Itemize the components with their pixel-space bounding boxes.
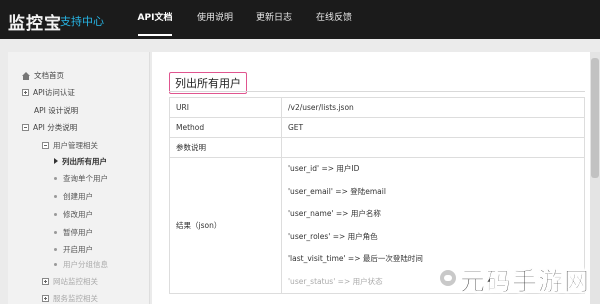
- sidebar-item-label: API 设计说明: [34, 106, 79, 115]
- nav-api-docs[interactable]: API文档: [134, 0, 176, 39]
- sidebar-item-label: 创建用户: [63, 192, 93, 201]
- sidebar-item-website-monitoring[interactable]: 网站监控相关: [42, 276, 98, 287]
- collapse-icon[interactable]: [42, 142, 49, 149]
- sidebar: 文档首页 API访问认证 API 设计说明 API 分类说明 用户管理相关 列出…: [8, 52, 150, 304]
- result-label: 结果（json）: [169, 157, 282, 294]
- table-row: URI /v2/user/lists.json: [169, 97, 585, 118]
- expand-icon[interactable]: [42, 295, 49, 302]
- expand-icon[interactable]: [42, 278, 49, 285]
- result-field-user-roles: 'user_roles' => 用户角色: [288, 231, 378, 241]
- sidebar-item-pause-user[interactable]: 暂停用户: [54, 227, 93, 238]
- uri-value: /v2/user/lists.json: [281, 97, 585, 118]
- sidebar-item-label: 网站监控相关: [53, 277, 98, 286]
- home-icon: [22, 72, 30, 80]
- bullet-icon: [54, 195, 57, 198]
- bullet-icon: [54, 263, 57, 266]
- nav-feedback[interactable]: 在线反馈: [311, 0, 357, 39]
- sidebar-item-create-user[interactable]: 创建用户: [54, 191, 93, 202]
- result-field-user-name: 'user_name' => 用户名称: [288, 209, 381, 218]
- logo-subtitle: 支持中心: [60, 15, 104, 28]
- sidebar-item-edit-user[interactable]: 修改用户: [54, 209, 93, 220]
- nav-changelog[interactable]: 更新日志: [251, 0, 297, 39]
- result-field-user-email: 'user_email' => 登陆email: [288, 186, 386, 196]
- params-label: 参数说明: [169, 137, 282, 158]
- sidebar-item-label: 服务监控相关: [53, 294, 98, 303]
- sidebar-item-label: 暂停用户: [63, 228, 93, 237]
- scrollbar-thumb[interactable]: [591, 58, 599, 178]
- sidebar-item-list-users[interactable]: 列出所有用户: [54, 156, 107, 167]
- table-row: Method GET: [169, 117, 585, 138]
- sidebar-item-label: 用户管理相关: [53, 141, 98, 150]
- params-value: [281, 137, 585, 158]
- title-divider: [169, 91, 585, 92]
- sidebar-item-label: API 分类说明: [33, 123, 78, 132]
- sidebar-item-label: API访问认证: [33, 88, 75, 97]
- sidebar-item-user-management[interactable]: 用户管理相关: [42, 140, 98, 151]
- sidebar-item-label: 开启用户: [63, 245, 93, 254]
- uri-label: URI: [169, 97, 282, 118]
- sidebar-item-label: 修改用户: [63, 210, 93, 219]
- result-field-user-id: 'user_id' => 用户ID: [288, 164, 360, 173]
- sidebar-item-enable-user[interactable]: 开启用户: [54, 244, 93, 255]
- wechat-watermark-icon: [440, 270, 456, 286]
- watermark-text: 元码手游网: [460, 267, 591, 297]
- sidebar-item-home[interactable]: 文档首页: [22, 70, 64, 81]
- bullet-icon: [54, 213, 57, 216]
- method-label: Method: [169, 117, 282, 138]
- bullet-icon: [54, 177, 57, 180]
- logo[interactable]: 监控宝: [8, 9, 62, 34]
- top-navigation-bar: 监控宝 支持中心 API文档 使用说明 更新日志 在线反馈: [0, 0, 600, 39]
- bullet-icon: [54, 248, 57, 251]
- sidebar-item-api-categories[interactable]: API 分类说明: [22, 122, 77, 133]
- sidebar-item-label: 列出所有用户: [62, 157, 107, 166]
- current-page-arrow-icon: [54, 158, 58, 164]
- method-value: GET: [281, 117, 585, 138]
- sidebar-item-user-groups[interactable]: 用户分组信息: [54, 259, 108, 270]
- sidebar-item-label: 查询单个用户: [63, 174, 108, 183]
- sidebar-item-api-design[interactable]: API 设计说明: [34, 105, 78, 116]
- sidebar-item-label: 文档首页: [34, 71, 64, 80]
- sidebar-item-service-monitoring[interactable]: 服务监控相关: [42, 293, 98, 304]
- bullet-icon: [54, 231, 57, 234]
- expand-icon[interactable]: [22, 89, 29, 96]
- sidebar-item-label: 用户分组信息: [63, 260, 108, 269]
- table-row: 参数说明: [169, 137, 585, 158]
- sidebar-item-query-user[interactable]: 查询单个用户: [54, 173, 108, 184]
- collapse-icon[interactable]: [22, 124, 29, 131]
- nav-usage-guide[interactable]: 使用说明: [192, 0, 238, 39]
- sidebar-item-api-auth[interactable]: API访问认证: [22, 87, 75, 98]
